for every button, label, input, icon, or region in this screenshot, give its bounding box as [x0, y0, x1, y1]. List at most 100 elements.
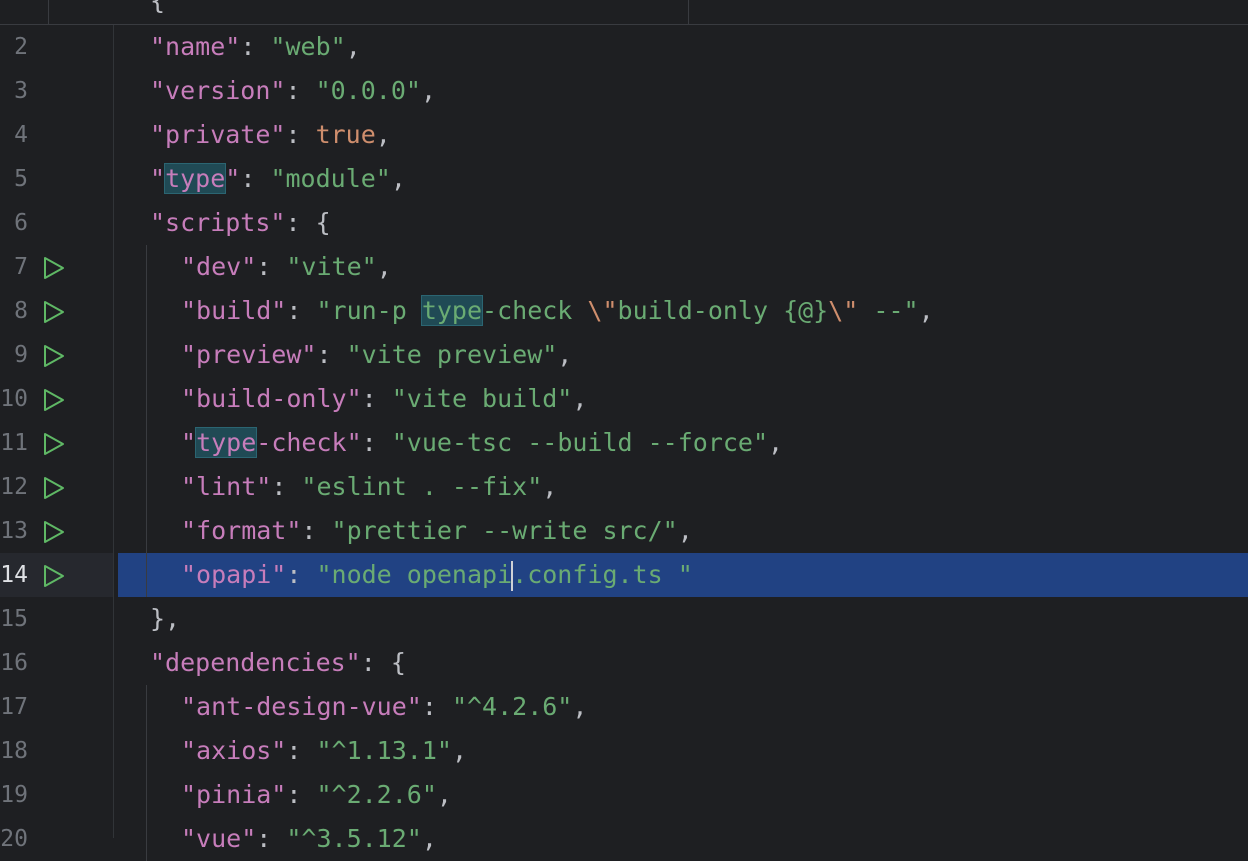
code-token: "node openapi [316, 560, 513, 589]
code-text[interactable]: "axios": "^1.13.1", [181, 729, 467, 773]
code-token: "build" [181, 296, 287, 325]
code-line[interactable]: 13 "format": "prettier --write src/", [0, 509, 1248, 553]
run-gutter-icon[interactable] [42, 388, 66, 412]
code-token: -check [482, 296, 588, 325]
line-number: 14 [0, 562, 28, 588]
code-text[interactable]: "scripts": { [150, 201, 331, 245]
code-token: , [677, 516, 693, 545]
run-gutter-icon[interactable] [42, 520, 66, 544]
code-text[interactable]: "build": "run-p type-check \"build-only … [181, 289, 934, 333]
code-token: "^4.2.6" [451, 692, 573, 721]
code-token: .config.ts " [512, 560, 693, 589]
code-text[interactable]: "build-only": "vite build", [181, 377, 587, 421]
code-text[interactable]: "vue": "^3.5.12", [181, 817, 437, 861]
code-line[interactable]: 18 "axios": "^1.13.1", [0, 729, 1248, 773]
line-number: 5 [14, 166, 28, 192]
indent-guide [146, 773, 147, 817]
code-token: , [572, 384, 588, 413]
code-token: "axios" [181, 736, 287, 765]
code-token: "^2.2.6" [316, 780, 437, 809]
run-gutter-icon[interactable] [42, 476, 66, 500]
code-text[interactable]: "pinia": "^2.2.6", [181, 773, 452, 817]
code-line[interactable]: 6 "scripts": { [0, 201, 1248, 245]
code-line[interactable]: 10 "build-only": "vite build", [0, 377, 1248, 421]
code-token: , [918, 296, 934, 325]
code-token: : [361, 428, 392, 457]
code-token: : [301, 516, 332, 545]
code-line[interactable]: 9 "preview": "vite preview", [0, 333, 1248, 377]
code-text[interactable]: "type-check": "vue-tsc --build --force", [181, 421, 783, 465]
code-token: \" [587, 296, 618, 325]
code-token: "eslint . --fix" [301, 472, 543, 501]
search-match-highlight: type [195, 427, 258, 458]
code-line[interactable]: 16 "dependencies": { [0, 641, 1248, 685]
line-number: 4 [14, 122, 28, 148]
code-line[interactable]: 4 "private": true, [0, 113, 1248, 157]
code-line[interactable]: 15}, [0, 597, 1248, 641]
code-token: , [542, 472, 558, 501]
code-token: "dependencies" [150, 648, 361, 677]
code-line[interactable]: 5 "type": "module", [0, 157, 1248, 201]
code-text[interactable]: "version": "0.0.0", [150, 69, 436, 113]
code-token: : [286, 780, 317, 809]
code-text[interactable]: "type": "module", [150, 157, 406, 201]
code-token: , [572, 692, 588, 721]
run-gutter-icon[interactable] [42, 300, 66, 324]
code-text[interactable]: "private": true, [150, 113, 391, 157]
code-token: "vite" [286, 252, 377, 281]
code-line[interactable]: 11 "type-check": "vue-tsc --build --force… [0, 421, 1248, 465]
code-line[interactable]: 20 "vue": "^3.5.12", [0, 817, 1248, 861]
code-text[interactable]: "preview": "vite preview", [181, 333, 572, 377]
run-gutter-icon[interactable] [42, 344, 66, 368]
code-line[interactable]: 2 "name": "web", [0, 25, 1248, 69]
code-token: : [240, 164, 271, 193]
line-number: 11 [0, 430, 28, 456]
code-text[interactable]: "ant-design-vue": "^4.2.6", [181, 685, 587, 729]
code-token: "module" [270, 164, 391, 193]
code-token: "vue-tsc --build --force" [391, 428, 769, 457]
run-gutter-icon[interactable] [42, 564, 66, 588]
code-line[interactable]: 7 "dev": "vite", [0, 245, 1248, 289]
line-number: 19 [0, 782, 28, 808]
code-token: --" [858, 296, 919, 325]
line-number: 3 [14, 78, 28, 104]
code-token: "preview" [181, 340, 317, 369]
code-token: \" [828, 296, 859, 325]
code-token: : [286, 560, 317, 589]
code-token: "vue" [181, 824, 257, 853]
indent-guide [146, 509, 147, 553]
tab-divider [48, 0, 49, 24]
code-text[interactable]: "dependencies": { [150, 641, 406, 685]
code-line[interactable]: 19 "pinia": "^2.2.6", [0, 773, 1248, 817]
code-token: , [376, 252, 392, 281]
run-gutter-icon[interactable] [42, 432, 66, 456]
code-text[interactable]: "format": "prettier --write src/", [181, 509, 693, 553]
code-token: , [557, 340, 573, 369]
code-token: "build-only" [181, 384, 362, 413]
code-line[interactable]: 3 "version": "0.0.0", [0, 69, 1248, 113]
code-line[interactable]: 12 "lint": "eslint . --fix", [0, 465, 1248, 509]
code-text[interactable]: "opapi": "node openapi.config.ts " [181, 553, 693, 597]
code-token: : [316, 340, 347, 369]
code-token: "format" [181, 516, 302, 545]
code-token: "dev" [181, 252, 257, 281]
code-text[interactable]: "lint": "eslint . --fix", [181, 465, 557, 509]
code-token: "pinia" [181, 780, 287, 809]
line-number: 2 [14, 34, 28, 60]
line-number: 7 [14, 254, 28, 280]
code-token: : [240, 32, 271, 61]
code-token: , [768, 428, 784, 457]
code-line[interactable]: 14 "opapi": "node openapi.config.ts " [0, 553, 1248, 597]
code-line[interactable]: 17 "ant-design-vue": "^4.2.6", [0, 685, 1248, 729]
indent-guide [146, 245, 147, 289]
partial-line-text: { [150, 0, 166, 15]
code-token: "ant-design-vue" [181, 692, 422, 721]
code-text[interactable]: "dev": "vite", [181, 245, 392, 289]
code-token: -check" [256, 428, 362, 457]
line-number: 18 [0, 738, 28, 764]
code-text[interactable]: "name": "web", [150, 25, 361, 69]
code-line[interactable]: 8 "build": "run-p type-check \"build-only… [0, 289, 1248, 333]
code-text[interactable]: }, [150, 597, 180, 641]
run-gutter-icon[interactable] [42, 256, 66, 280]
code-token: "lint" [181, 472, 272, 501]
